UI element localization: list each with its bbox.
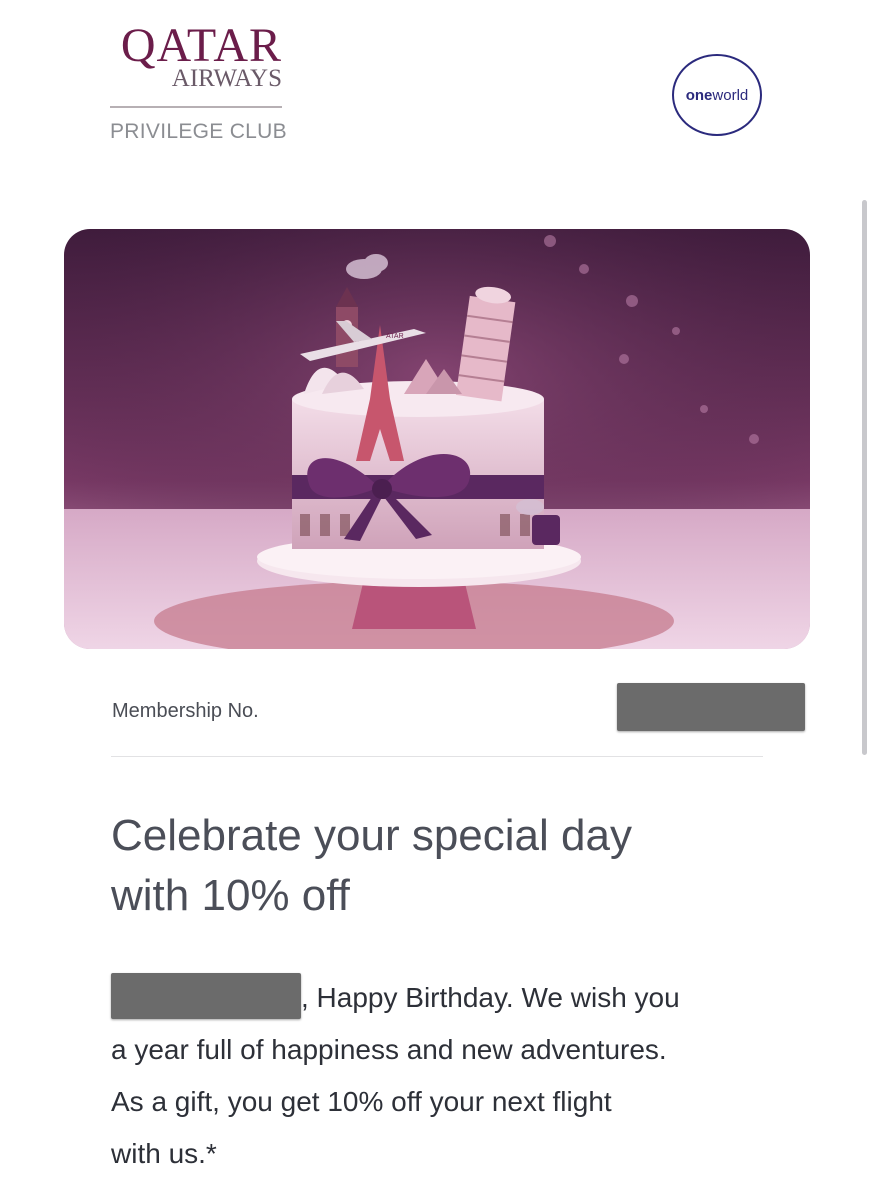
luggage (532, 515, 560, 545)
headline-line-1: Celebrate your special day (111, 811, 632, 860)
scrollbar[interactable] (862, 200, 867, 755)
redacted-member-name (111, 972, 301, 1019)
alliance-regular: world (712, 86, 749, 104)
birthday-message: , Happy Birthday. We wish you a year ful… (111, 972, 791, 1180)
hero-image-birthday-cake: ATAR (64, 229, 810, 649)
alliance-bold: one (685, 86, 713, 104)
membership-label: Membership No. (112, 700, 259, 722)
body-line-4: with us.* (111, 1138, 217, 1169)
body-line-1: , Happy Birthday. We wish you (111, 972, 791, 1024)
headline-line-2: with 10% off (111, 871, 350, 920)
body-line-2: a year full of happiness and new adventu… (111, 1034, 667, 1065)
qatar-airways-logo: QATAR AIRWAYS PRIVILEGE CLUB (110, 19, 288, 144)
divider (111, 756, 763, 757)
oneworld-logo: oneworld (672, 54, 762, 136)
logo-divider (110, 106, 282, 108)
bow (372, 479, 392, 499)
program-name: PRIVILEGE CLUB (110, 120, 287, 143)
plane-livery-text: ATAR (386, 333, 404, 340)
headline: Celebrate your special day with 10% off (111, 806, 791, 926)
brand-name: QATAR (120, 19, 282, 72)
body-line-3: As a gift, you get 10% off your next fli… (111, 1086, 612, 1117)
cake-illustration: ATAR (64, 229, 810, 649)
redacted-membership-number (617, 683, 805, 731)
body-line-1-text: , Happy Birthday. We wish you (301, 982, 680, 1013)
